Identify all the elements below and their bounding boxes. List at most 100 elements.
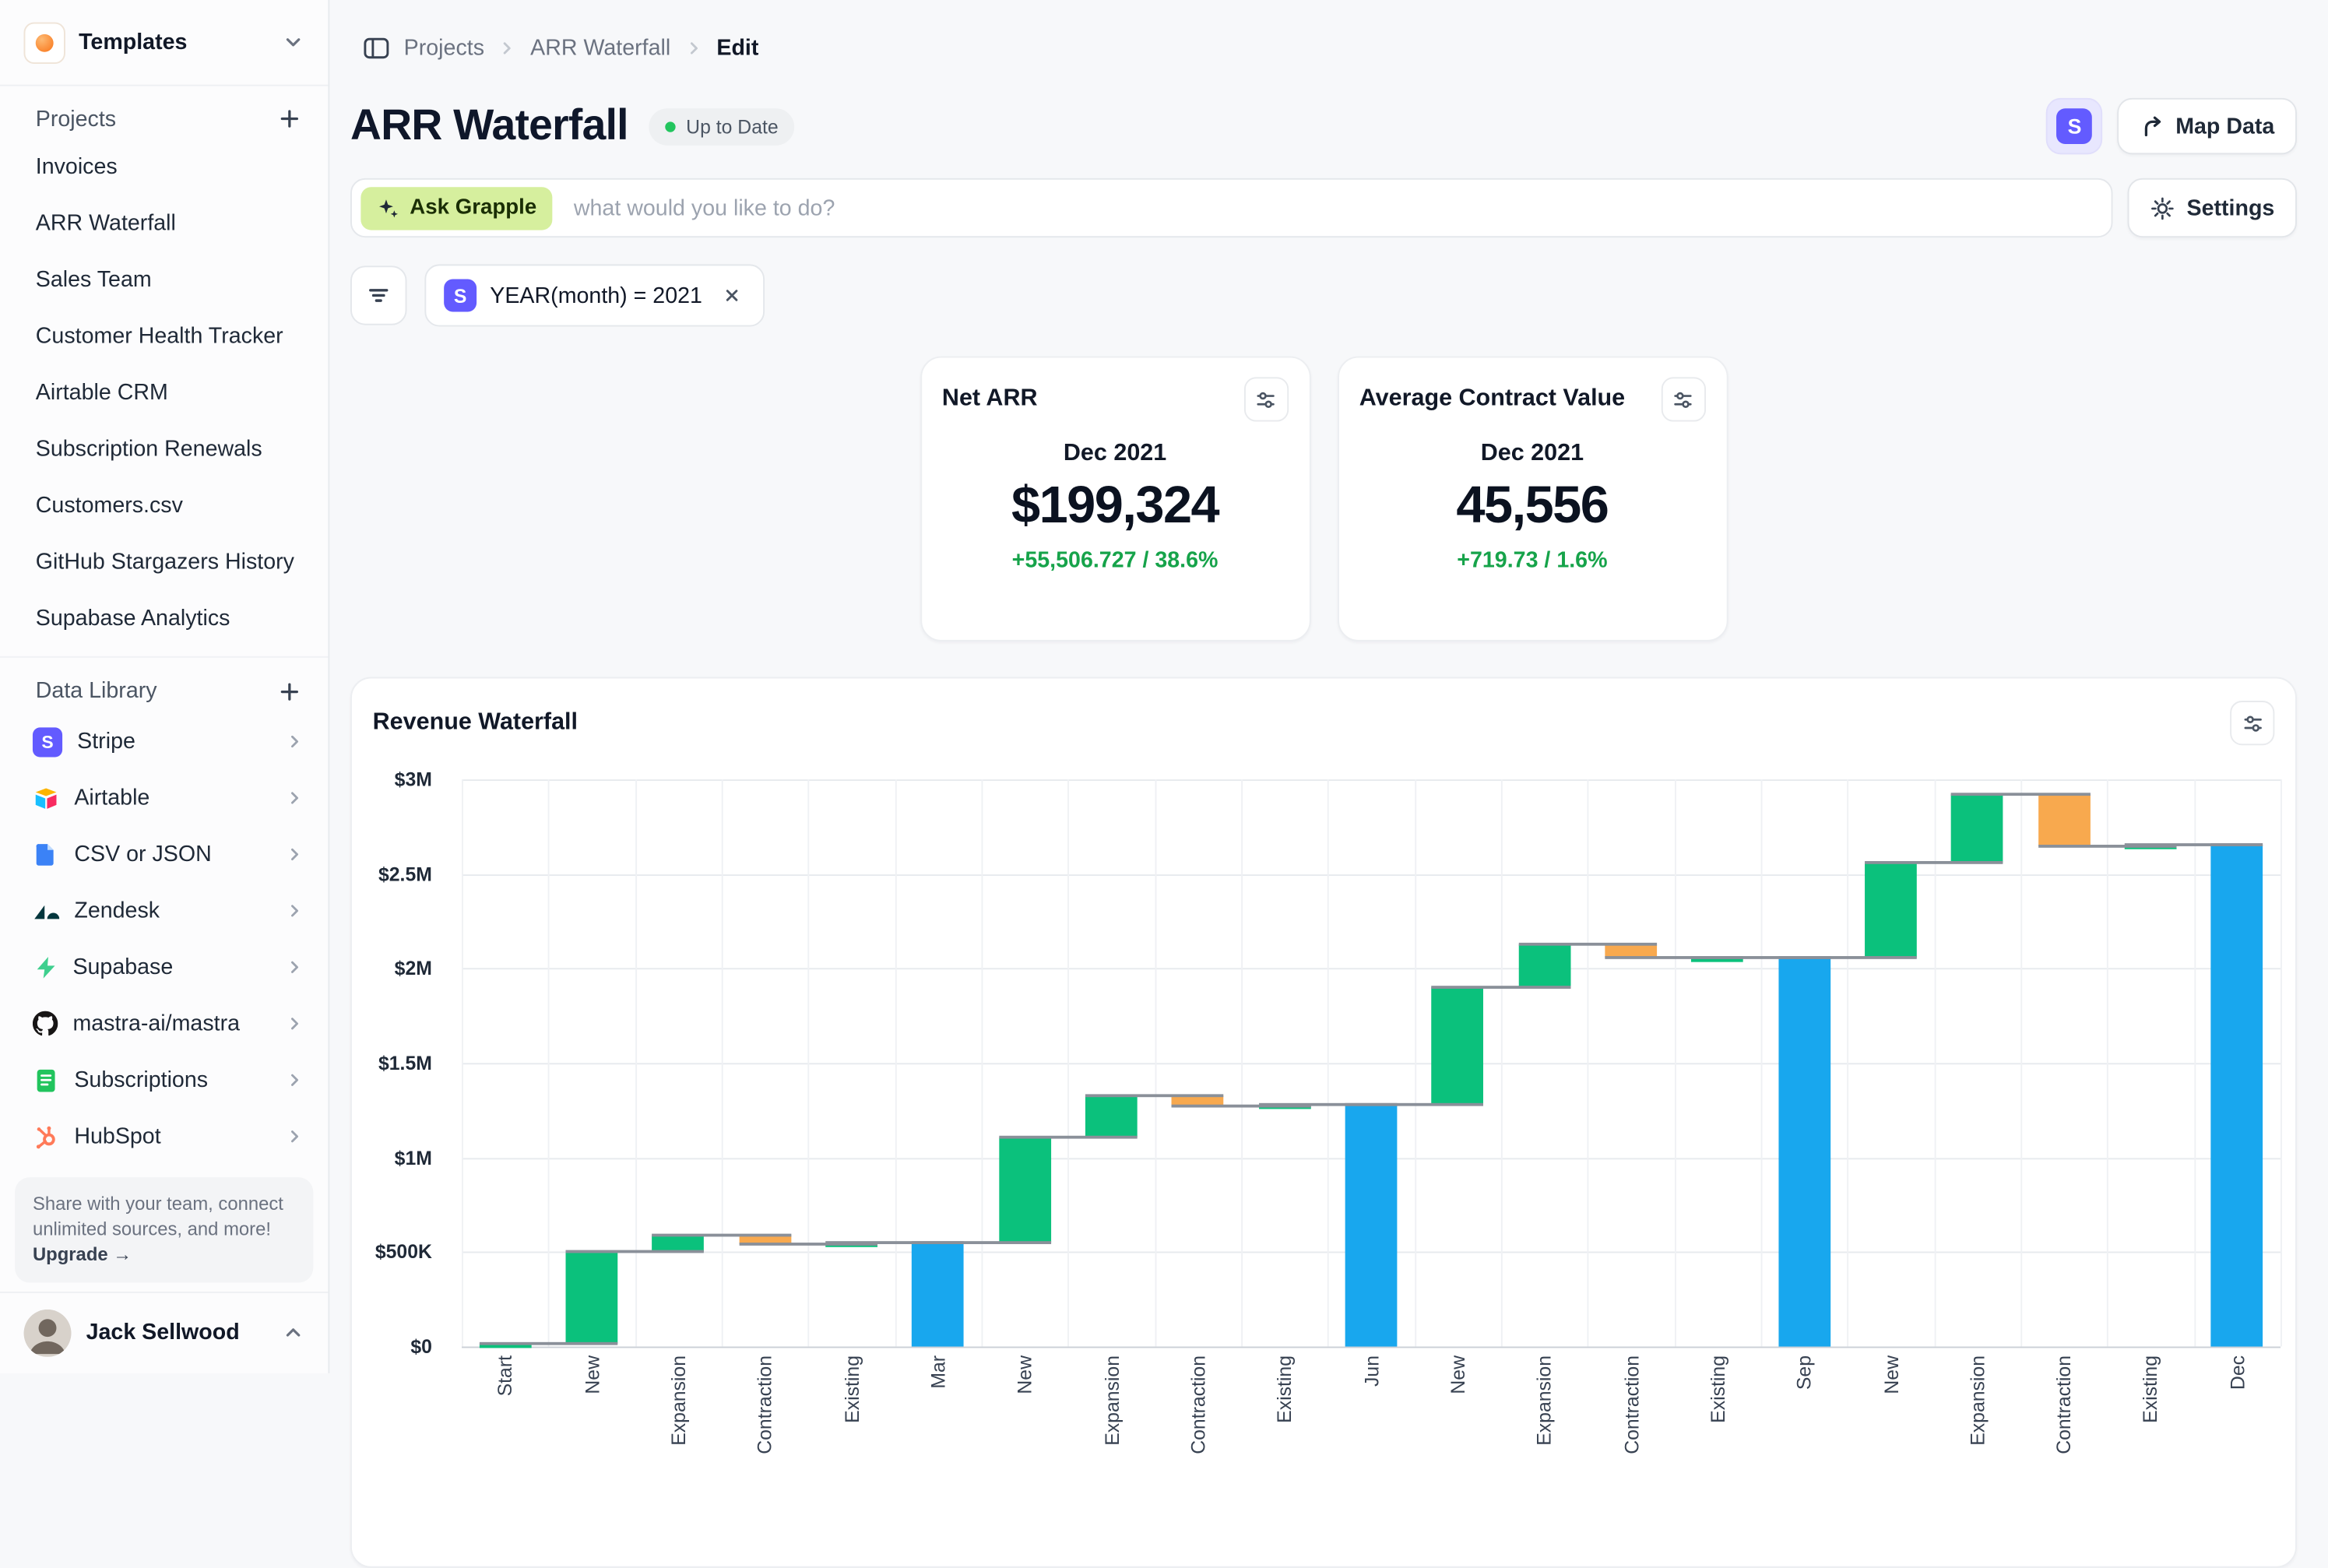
gridline-vertical [722,779,723,1346]
waterfall-connector [999,1136,1138,1139]
zendesk-icon [33,898,59,925]
sidebar-item-mastra[interactable]: mastra-ai/mastra [0,996,328,1052]
x-tick-label: Start [494,1355,516,1396]
ask-input[interactable] [571,194,2093,222]
chart-title: Revenue Waterfall [373,709,578,736]
settings-button[interactable]: Settings [2127,178,2297,237]
status-dot-icon [665,121,675,131]
ask-grapple-button[interactable]: Ask Grapple [360,186,553,229]
card-options-button[interactable] [1661,377,1705,421]
sidebar-item-airtable[interactable]: Airtable [0,771,328,827]
stripe-icon: S [444,279,477,311]
y-tick-label: $3M [395,768,432,791]
card-title: Net ARR [942,386,1038,413]
sidebar-item-stripe[interactable]: S Stripe [0,714,328,770]
supabase-icon [33,955,58,980]
sidebar-item-csv-or-json[interactable]: CSV or JSON [0,827,328,883]
card-options-button[interactable] [1243,377,1288,421]
x-tick-label: Existing [2140,1355,2162,1423]
gridline-vertical [548,779,550,1346]
add-project-button[interactable] [275,104,304,134]
gridline-vertical [1761,779,1763,1346]
sidebar-item-supabase[interactable]: Supabase [0,940,328,996]
breadcrumb-project-name[interactable]: ARR Waterfall [530,35,670,60]
chevron-right-icon [285,733,304,752]
y-tick-label: $500K [375,1241,432,1264]
sliders-icon [2241,712,2263,734]
upgrade-text: Share with your team, connect unlimited … [33,1194,283,1239]
x-tick-label: Sep [1793,1355,1816,1390]
sidebar-item-zendesk[interactable]: Zendesk [0,883,328,939]
waterfall-connector [1778,955,1917,958]
chevron-right-icon [285,1014,304,1034]
x-tick-label: Expansion [1966,1355,1989,1446]
ask-bar: Ask Grapple Settings [350,178,2297,237]
waterfall-connector [912,1241,1050,1244]
waterfall-bar [2211,845,2263,1347]
x-tick-label: New [1447,1355,1469,1394]
gear-icon [2150,195,2175,220]
gridline [462,874,2281,876]
x-axis: StartNewExpansionContractionExistingMarN… [462,1347,2281,1466]
gridline-vertical [1934,779,1936,1346]
waterfall-bar [1085,1095,1138,1138]
x-tick-label: Existing [1273,1355,1296,1423]
gridline-vertical [1415,779,1416,1346]
x-tick-label: New [1014,1355,1036,1394]
stripe-source-button[interactable]: S [2046,98,2102,154]
upgrade-link[interactable]: Upgrade → [33,1243,132,1264]
waterfall-bar [912,1243,964,1347]
breadcrumb-projects[interactable]: Projects [404,35,484,60]
gridline-vertical [1241,779,1243,1346]
remove-filter-button[interactable] [719,282,745,308]
card-value: $199,324 [942,476,1288,536]
workspace-switcher[interactable]: Templates [0,0,328,86]
map-data-button[interactable]: Map Data [2118,98,2297,154]
page-title: ARR Waterfall [350,102,628,151]
data-library-title: Data Library [36,679,157,704]
filter-bar: S YEAR(month) = 2021 [350,264,2297,326]
gridline-vertical [1674,779,1676,1346]
x-tick-label: Contraction [2053,1355,2076,1454]
sidebar-item-customer-health-tracker[interactable]: Customer Health Tracker [0,308,328,364]
chevron-right-icon [285,1127,304,1147]
waterfall-bar [1518,944,1570,987]
x-tick-label: Expansion [1533,1355,1556,1446]
sliders-icon [1672,388,1694,411]
waterfall-connector [1432,986,1570,989]
sidebar-item-subscriptions[interactable]: Subscriptions [0,1053,328,1109]
filter-button[interactable] [350,265,406,325]
ask-input-container[interactable]: Ask Grapple [350,178,2112,237]
github-icon [33,1011,58,1036]
sidebar-item-hubspot[interactable]: HubSpot [0,1109,328,1165]
filter-icon [367,283,391,308]
sidebar-item-sales-team[interactable]: Sales Team [0,252,328,308]
sidebar-item-subscription-renewals[interactable]: Subscription Renewals [0,421,328,477]
sidebar-item-invoices[interactable]: Invoices [0,139,328,195]
user-menu[interactable]: Jack Sellwood [0,1291,328,1373]
waterfall-connector [1085,1094,1224,1097]
revenue-waterfall-card: Revenue Waterfall $0$500K$1M$1.5M$2M$2.5… [350,677,2297,1568]
chart-options-button[interactable] [2230,701,2274,745]
workspace-label: Templates [79,30,269,54]
gridline-vertical [1848,779,1849,1346]
sidebar-item-supabase-analytics[interactable]: Supabase Analytics [0,591,328,647]
sidebar-item-customers-csv[interactable]: Customers.csv [0,478,328,534]
sidebar-item-airtable-crm[interactable]: Airtable CRM [0,365,328,421]
waterfall-bar [1778,957,1830,1346]
sidebar-item-arr-waterfall[interactable]: ARR Waterfall [0,196,328,252]
chevron-right-icon [285,902,304,921]
close-icon [722,285,743,306]
waterfall-bar [1865,863,1917,957]
card-period: Dec 2021 [942,441,1288,467]
templates-logo-icon [24,22,65,63]
gridline-vertical [981,779,983,1346]
chevron-right-icon [498,38,517,58]
filter-chip[interactable]: S YEAR(month) = 2021 [424,264,765,326]
add-source-button[interactable] [275,677,304,706]
card-delta: +55,506.727 / 38.6% [942,548,1288,573]
sidebar-item-github-stargazers-history[interactable]: GitHub Stargazers History [0,534,328,590]
projects-title: Projects [36,106,116,131]
gridline-vertical [635,779,636,1346]
sidebar-toggle-icon[interactable] [362,33,390,62]
